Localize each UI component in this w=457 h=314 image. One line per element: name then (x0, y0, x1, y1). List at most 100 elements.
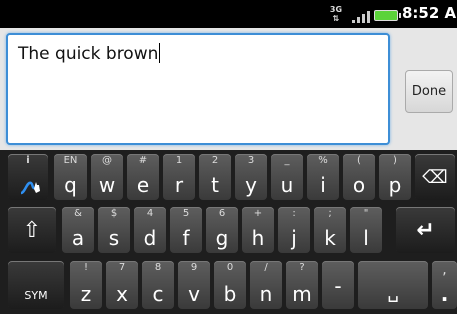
key-label: e (136, 173, 150, 197)
key-label: a (71, 226, 85, 250)
key-alt-label: 1 (175, 155, 183, 166)
enter-icon: ↵ (416, 217, 435, 243)
key-alt-label: ( (357, 155, 361, 166)
key-m[interactable]: ? m (286, 261, 318, 309)
key-d[interactable]: 4d (134, 207, 166, 253)
key-alt-label: , (442, 262, 447, 278)
key-label: p (388, 173, 402, 197)
key-u[interactable]: _ u (271, 154, 303, 200)
key-label: h (251, 226, 265, 250)
key-alt-label: 2 (211, 155, 219, 166)
key-alt-label: ; (328, 208, 332, 219)
key-label: j (291, 226, 297, 250)
swype-key[interactable]: i (8, 154, 48, 200)
text-input-field[interactable]: The quick brown (6, 33, 390, 145)
key-alt-label: ? (299, 262, 305, 273)
key-x[interactable]: 7x (106, 261, 138, 309)
key-g[interactable]: 6g (206, 207, 238, 253)
key-s[interactable]: $ s (98, 207, 130, 253)
key-alt-label: # (138, 155, 148, 166)
key-label: i (320, 173, 326, 197)
text-cursor (159, 43, 161, 63)
key-b[interactable]: 0b (214, 261, 246, 309)
key-label: - (334, 274, 342, 298)
soft-keyboard: i EN q @ w # e 1r 2t 3y _ u % i (o ) p ⌫ ⇧ & a … (0, 150, 457, 314)
key-label: r (174, 173, 184, 197)
key-alt-label: % (318, 155, 328, 166)
key-y[interactable]: 3y (235, 154, 267, 200)
key-j[interactable]: :j (278, 207, 310, 253)
key-v[interactable]: 9v (178, 261, 210, 309)
key-label: n (259, 282, 273, 306)
key-p[interactable]: ) p (379, 154, 411, 200)
key-f[interactable]: 5f (170, 207, 202, 253)
key-alt-label: 5 (182, 208, 190, 219)
key-i[interactable]: % i (307, 154, 339, 200)
key-label: z (80, 282, 92, 306)
key-r[interactable]: 1r (163, 154, 195, 200)
swype-logo-icon (20, 181, 40, 195)
status-bar: 3G⇅ 8:52 AM (0, 0, 457, 28)
key-alt-label: 0 (226, 262, 234, 273)
key-alt-label: 3 (247, 155, 255, 166)
key-alt-label: @ (102, 155, 112, 166)
key-label: c (152, 282, 164, 306)
status-clock: 8:52 AM (402, 4, 457, 22)
battery-icon (374, 10, 401, 21)
key-t[interactable]: 2t (199, 154, 231, 200)
network-type-label: 3G (329, 5, 343, 14)
key-alt-label: _ (284, 155, 290, 166)
key-alt-label: 6 (218, 208, 226, 219)
key-label: y (245, 173, 257, 197)
key-alt-label: 8 (154, 262, 162, 273)
key-label: l (363, 226, 369, 250)
backspace-icon: ⌫ (422, 166, 448, 188)
key-alt-label: ) (393, 155, 397, 166)
key-alt-label: $ (110, 208, 118, 219)
network-3g-icon: 3G ⇅ (329, 5, 343, 23)
sym-key[interactable]: SYM (8, 261, 64, 309)
space-icon: ␣ (387, 282, 399, 303)
key-l[interactable]: " l (350, 207, 382, 253)
backspace-key[interactable]: ⌫ (415, 154, 455, 200)
key-c[interactable]: 8c (142, 261, 174, 309)
key-label: m (292, 282, 312, 306)
key-label: t (211, 173, 219, 197)
shift-icon: ⇧ (22, 217, 42, 243)
key-label: d (143, 226, 157, 250)
key-label: s (108, 226, 120, 250)
key-alt-label: 9 (190, 262, 198, 273)
done-button[interactable]: Done (405, 70, 453, 113)
enter-key[interactable]: ↵ (396, 207, 455, 253)
key-label: b (223, 282, 237, 306)
key-alt-label: ! (83, 262, 88, 273)
key-k[interactable]: ; k (314, 207, 346, 253)
key-alt-label: & (74, 208, 82, 219)
key-z[interactable]: ! z (70, 261, 102, 309)
key-dash[interactable]: - (322, 261, 354, 309)
key-q[interactable]: EN q (54, 154, 87, 200)
key-label: v (188, 282, 200, 306)
key-a[interactable]: & a (62, 207, 94, 253)
key-alt-label: : (292, 208, 296, 219)
key-label: u (280, 173, 294, 197)
key-h[interactable]: + h (242, 207, 274, 253)
key-e[interactable]: # e (127, 154, 159, 200)
editor-area: The quick brown Done (0, 28, 457, 150)
key-label: . (440, 282, 449, 306)
space-key[interactable]: ␣ (358, 261, 428, 309)
key-label: w (98, 173, 116, 197)
key-alt-label: " (363, 208, 369, 219)
key-n[interactable]: / n (250, 261, 282, 309)
signal-strength-icon (352, 9, 370, 23)
shift-key[interactable]: ⇧ (8, 207, 56, 253)
key-period[interactable]: ,. (432, 261, 457, 309)
key-o[interactable]: (o (343, 154, 375, 200)
text-input-value: The quick brown (18, 43, 161, 64)
key-label: o (352, 173, 366, 197)
key-w[interactable]: @ w (91, 154, 123, 200)
sym-key-label: SYM (24, 289, 48, 302)
key-label: f (182, 226, 190, 250)
swype-info-icon: i (26, 155, 30, 166)
key-alt-label: 4 (146, 208, 154, 219)
